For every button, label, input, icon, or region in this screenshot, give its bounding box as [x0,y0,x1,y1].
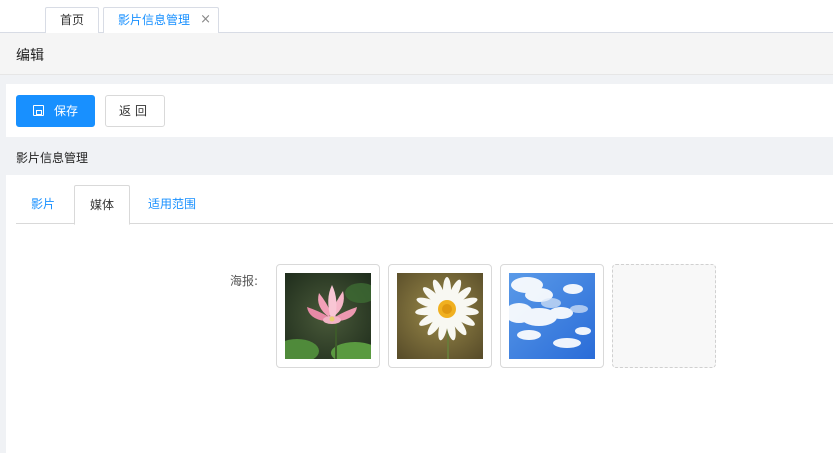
section-header: 影片信息管理 [6,137,833,175]
daisy-image [397,273,483,359]
poster-thumbnail[interactable] [276,264,380,368]
upload-poster-button[interactable] [612,264,716,368]
save-button[interactable]: 保存 [16,95,95,127]
tab-home-label: 首页 [59,13,84,27]
back-button[interactable]: 返回 [105,95,165,127]
page-title: 编辑 [16,48,44,64]
tab-media[interactable]: 媒体 [74,185,130,225]
tab-movie-info[interactable]: 影片信息管理 × [103,7,219,33]
main-content: 保存 返回 影片信息管理 影片 媒体 适用范围 海报: [6,84,833,453]
poster-thumbnail[interactable] [388,264,492,368]
poster-thumbnail[interactable] [500,264,604,368]
lotus-image [285,273,371,359]
save-icon [32,105,44,116]
section-title: 影片信息管理 [16,151,89,165]
back-button-label: 返回 [118,104,151,118]
sub-tabs: 影片 媒体 适用范围 [16,185,833,225]
close-icon[interactable]: × [200,8,211,32]
save-button-label: 保存 [53,104,78,118]
poster-label: 海报: [230,274,259,288]
tab-bar: 首页 影片信息管理 × [0,0,833,33]
page-header: 编辑 [0,33,833,75]
sky-image [509,273,595,359]
tab-scope[interactable]: 适用范围 [148,185,196,224]
tab-home[interactable]: 首页 [45,7,99,33]
tab-movie-info-label: 影片信息管理 [118,13,191,27]
tab-movie[interactable]: 影片 [31,185,55,224]
